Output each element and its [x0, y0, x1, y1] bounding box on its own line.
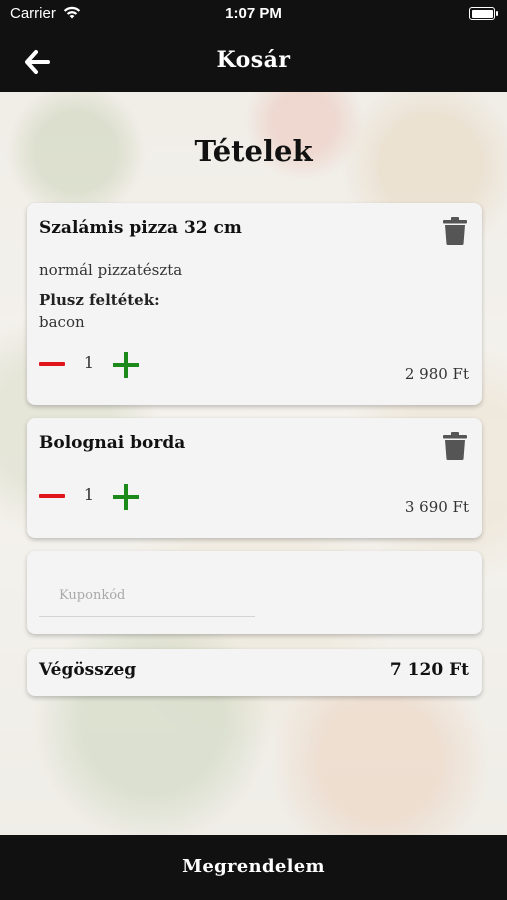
item-dough: normál pizzatészta	[39, 261, 183, 279]
trash-icon[interactable]	[443, 217, 467, 245]
quantity-value: 1	[83, 485, 95, 504]
item-price: 2 980 Ft	[404, 365, 469, 383]
cart-item-card: Bolognai borda 1 3 690 Ft	[27, 418, 482, 538]
increase-quantity-button[interactable]	[113, 352, 139, 378]
status-bar: Carrier 1:07 PM	[0, 0, 507, 30]
page-title: Kosár	[216, 47, 291, 73]
clock: 1:07 PM	[225, 5, 282, 22]
item-name: Bolognai borda	[39, 433, 186, 453]
items-heading: Tételek	[194, 134, 313, 168]
total-label: Végösszeg	[39, 660, 137, 680]
total-value: 7 120 Ft	[389, 660, 469, 680]
trash-icon[interactable]	[443, 432, 467, 460]
decrease-quantity-button[interactable]	[39, 352, 65, 376]
navigation-bar: Kosár	[0, 30, 507, 92]
total-card: Végösszeg 7 120 Ft	[27, 649, 482, 696]
decrease-quantity-button[interactable]	[39, 484, 65, 508]
coupon-card	[27, 551, 482, 634]
item-price: 3 690 Ft	[404, 498, 469, 516]
battery-icon	[469, 7, 498, 20]
order-button[interactable]: Megrendelem	[0, 835, 507, 900]
extras-label: Plusz feltétek:	[39, 291, 160, 309]
coupon-input[interactable]	[39, 575, 255, 617]
item-extras: bacon	[39, 313, 85, 331]
quantity-value: 1	[83, 353, 95, 372]
increase-quantity-button[interactable]	[113, 484, 139, 510]
item-name: Szalámis pizza 32 cm	[39, 218, 242, 238]
order-button-label: Megrendelem	[182, 856, 325, 877]
cart-item-card: Szalámis pizza 32 cm normál pizzatészta …	[27, 203, 482, 405]
